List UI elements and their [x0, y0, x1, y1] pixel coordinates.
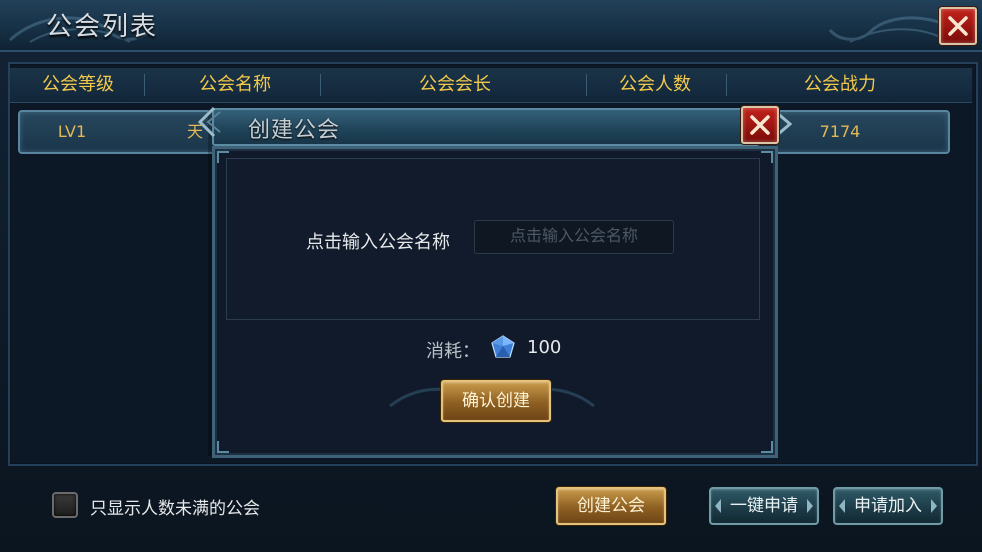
guild-name-label: 点击输入公会名称 — [306, 232, 450, 253]
header-guild-level: 公会等级 — [42, 74, 114, 95]
window-title: 公会列表 — [46, 12, 159, 42]
header-divider — [726, 74, 727, 96]
guild-name-input[interactable] — [474, 220, 674, 254]
only-not-full-checkbox[interactable] — [52, 492, 78, 518]
close-icon — [750, 115, 770, 135]
dialog-close-button[interactable] — [741, 106, 779, 144]
apply-join-button[interactable]: 申请加入 — [833, 487, 943, 525]
diamond-gem-icon — [491, 335, 515, 358]
only-not-full-label: 只显示人数未满的公会 — [90, 499, 260, 519]
row-guild-level: LV1 — [57, 122, 87, 141]
create-guild-button[interactable]: 创建公会 — [556, 487, 666, 525]
row-guild-power: 7174 — [819, 122, 861, 141]
dialog-corner — [761, 151, 773, 163]
dialog-corner — [217, 441, 229, 453]
header-guild-power: 公会战力 — [804, 74, 876, 95]
window-close-button[interactable] — [939, 7, 977, 45]
header-divider — [320, 74, 321, 96]
header-guild-members: 公会人数 — [619, 74, 691, 95]
header-divider — [144, 74, 145, 96]
table-header: 公会等级 公会名称 公会会长 公会人数 公会战力 — [10, 68, 972, 103]
one-click-apply-button[interactable]: 一键申请 — [709, 487, 819, 525]
header-divider — [586, 74, 587, 96]
header-guild-leader: 公会会长 — [419, 74, 491, 95]
header-guild-name: 公会名称 — [199, 74, 271, 95]
dialog-title: 创建公会 — [248, 118, 341, 143]
cost-label: 消耗： — [426, 341, 480, 362]
cost-value: 100 — [527, 337, 562, 358]
title-ornament-arrow-icon — [197, 106, 221, 138]
dialog-corner — [761, 441, 773, 453]
title-bar: 公会列表 — [0, 0, 982, 52]
close-icon — [948, 16, 968, 36]
confirm-create-button[interactable]: 确认创建 — [441, 380, 551, 422]
